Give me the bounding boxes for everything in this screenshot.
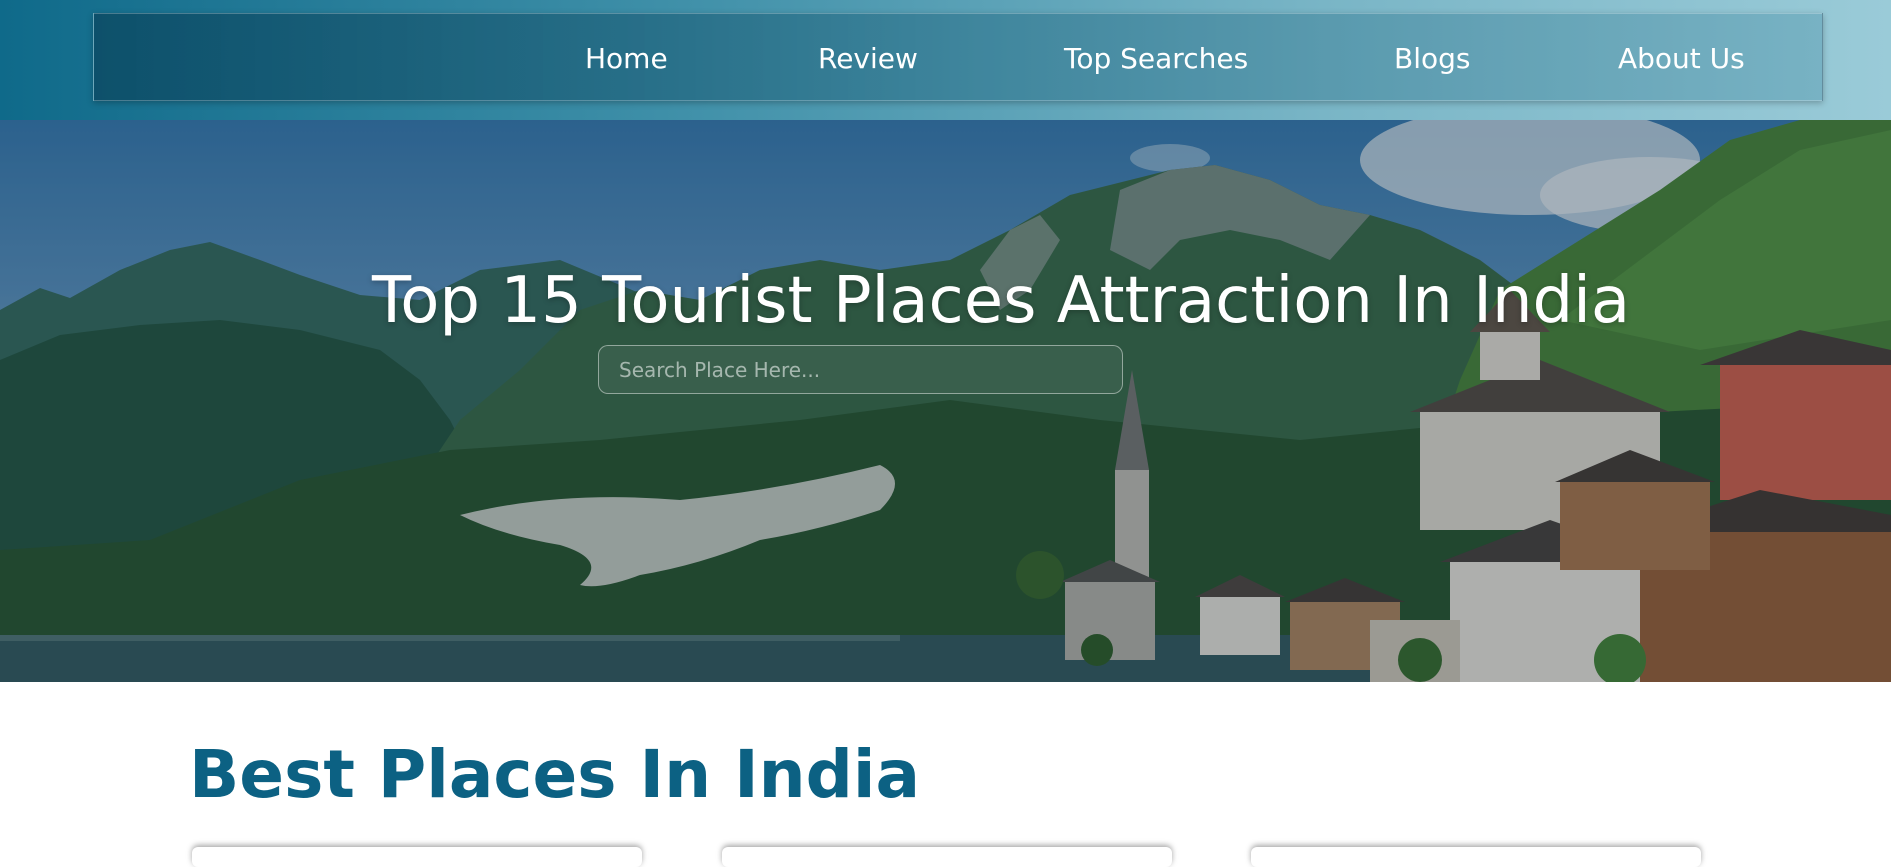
navbar: Home Review Top Searches Blogs About Us: [93, 13, 1823, 101]
place-card[interactable]: [722, 847, 1172, 867]
place-card[interactable]: [192, 847, 642, 867]
section-title: Best Places In India: [189, 736, 921, 813]
hero-section: Top 15 Tourist Places Attraction In Indi…: [0, 120, 1891, 682]
nav-link-about-us[interactable]: About Us: [1618, 42, 1745, 76]
nav-link-review[interactable]: Review: [818, 42, 918, 76]
place-card[interactable]: [1251, 847, 1701, 867]
hero-title: Top 15 Tourist Places Attraction In Indi…: [372, 264, 1631, 338]
header-band: Home Review Top Searches Blogs About Us: [0, 0, 1891, 120]
nav-link-top-searches[interactable]: Top Searches: [1064, 42, 1248, 76]
nav-link-home[interactable]: Home: [585, 42, 668, 76]
nav-link-blogs[interactable]: Blogs: [1394, 42, 1470, 76]
search-input[interactable]: [598, 345, 1123, 394]
hero-overlay: [0, 120, 1891, 682]
